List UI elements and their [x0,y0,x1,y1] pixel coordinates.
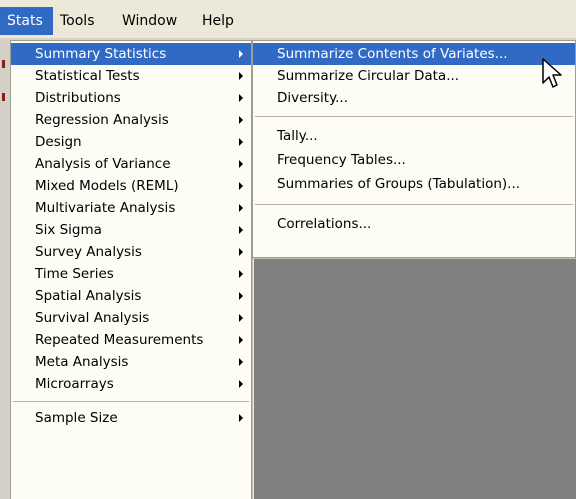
submenu-arrow-icon [239,358,243,366]
menu-item-label: Time Series [35,266,114,282]
menu-item-multivariate-analysis[interactable]: Multivariate Analysis [11,197,251,219]
menu-separator [13,401,249,402]
menu-item-label: Repeated Measurements [35,332,204,348]
submenu-arrow-icon [239,50,243,58]
submenu-arrow-icon [239,138,243,146]
menu-item-time-series[interactable]: Time Series [11,263,251,285]
menu-window[interactable]: Window [115,7,195,35]
menu-item-label: Meta Analysis [35,354,129,370]
menu-item-survival-analysis[interactable]: Survival Analysis [11,307,251,329]
stats-menu: Summary Statistics Statistical Tests Dis… [10,40,252,499]
submenu-arrow-icon [239,292,243,300]
menu-separator [255,204,573,205]
menu-item-label: Survival Analysis [35,310,150,326]
menu-help[interactable]: Help [195,7,250,35]
submenu-arrow-icon [239,182,243,190]
menu-item-tally[interactable]: Tally... [253,125,575,147]
menu-item-analysis-of-variance[interactable]: Analysis of Variance [11,153,251,175]
menu-item-survey-analysis[interactable]: Survey Analysis [11,241,251,263]
edge-mark [2,60,5,68]
menu-item-summarize-circular-data[interactable]: Summarize Circular Data... [253,65,575,87]
menu-item-label: Analysis of Variance [35,156,171,172]
menu-item-label: Sample Size [35,410,118,426]
menu-item-distributions[interactable]: Distributions [11,87,251,109]
menu-item-correlations[interactable]: Correlations... [253,213,575,235]
menu-item-summary-statistics[interactable]: Summary Statistics [11,43,251,65]
menu-item-statistical-tests[interactable]: Statistical Tests [11,65,251,87]
menu-item-label: Regression Analysis [35,112,169,128]
menu-item-label: Statistical Tests [35,68,140,84]
menu-item-meta-analysis[interactable]: Meta Analysis [11,351,251,373]
submenu-arrow-icon [239,380,243,388]
menu-item-spatial-analysis[interactable]: Spatial Analysis [11,285,251,307]
menu-separator [255,116,573,117]
menu-item-label: Mixed Models (REML) [35,178,179,194]
mouse-pointer-icon [542,58,562,88]
submenu-arrow-icon [239,160,243,168]
menu-item-label: Microarrays [35,376,114,392]
submenu-arrow-icon [239,226,243,234]
submenu-arrow-icon [239,248,243,256]
menu-item-six-sigma[interactable]: Six Sigma [11,219,251,241]
menu-item-summaries-of-groups[interactable]: Summaries of Groups (Tabulation)... [253,173,575,195]
menu-item-regression-analysis[interactable]: Regression Analysis [11,109,251,131]
menu-item-design[interactable]: Design [11,131,251,153]
menu-item-summarize-contents-of-variates[interactable]: Summarize Contents of Variates... [253,43,575,65]
submenu-arrow-icon [239,414,243,422]
menu-item-label: Spatial Analysis [35,288,142,304]
submenu-arrow-icon [239,116,243,124]
summary-statistics-submenu: Summarize Contents of Variates... Summar… [252,40,576,258]
menu-item-repeated-measurements[interactable]: Repeated Measurements [11,329,251,351]
menu-item-label: Six Sigma [35,222,102,238]
menu-item-frequency-tables[interactable]: Frequency Tables... [253,149,575,171]
submenu-arrow-icon [239,72,243,80]
submenu-arrow-icon [239,314,243,322]
menu-item-microarrays[interactable]: Microarrays [11,373,251,395]
edge-mark [2,93,5,101]
menu-bar: Stats Tools Window Help [0,0,576,40]
submenu-arrow-icon [239,270,243,278]
submenu-arrow-icon [239,94,243,102]
submenu-arrow-icon [239,336,243,344]
menu-item-diversity[interactable]: Diversity... [253,87,575,109]
menu-item-sample-size[interactable]: Sample Size [11,407,251,429]
menu-item-label: Multivariate Analysis [35,200,176,216]
menu-item-label: Summary Statistics [35,46,167,62]
menu-tools[interactable]: Tools [53,7,115,35]
menu-item-label: Survey Analysis [35,244,142,260]
submenu-arrow-icon [239,204,243,212]
menu-item-mixed-models[interactable]: Mixed Models (REML) [11,175,251,197]
menu-item-label: Distributions [35,90,121,106]
window-edge [0,40,10,499]
app-workspace [254,258,576,499]
menu-stats[interactable]: Stats [0,7,53,35]
menu-item-label: Design [35,134,82,150]
